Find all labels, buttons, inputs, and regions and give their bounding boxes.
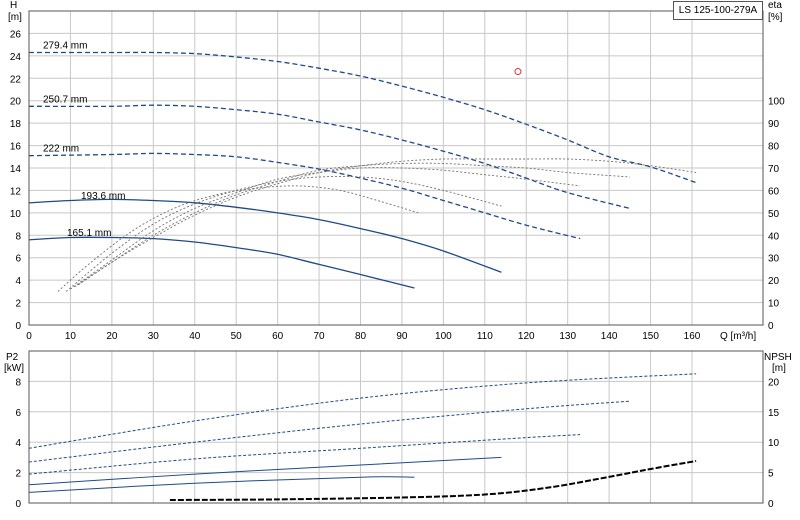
y-tick-label: 24 [10, 52, 22, 63]
bottom-plot-frame [28, 350, 764, 504]
p2-tick-label: 8 [15, 377, 21, 388]
top-y-axis-title: H [10, 0, 17, 11]
y-tick-label: 2 [15, 299, 21, 310]
power-curve [28, 476, 415, 493]
y2-tick-label: 80 [768, 142, 780, 153]
y-tick-label: 12 [10, 186, 22, 197]
y-tick-label: 14 [10, 164, 22, 175]
y-tick-label: 0 [15, 321, 21, 332]
y2-tick-label: 50 [768, 209, 780, 220]
y-tick-label: 6 [15, 254, 21, 265]
bottom-grid [28, 350, 763, 504]
y2-tick-label: 40 [768, 231, 780, 242]
x-tick-label: 50 [231, 331, 243, 342]
y2-tick-label: 30 [768, 254, 780, 265]
head-curve-label: 165.1 mm [67, 228, 111, 239]
y-tick-label: 4 [15, 276, 21, 287]
x-tick-label: 130 [559, 331, 576, 342]
efficiency-curve [74, 162, 630, 288]
y-tick-label: 26 [10, 29, 22, 40]
head-curve-label: 250.7 mm [43, 94, 87, 105]
x-tick-label: 100 [435, 331, 452, 342]
x-tick-label: 140 [601, 331, 618, 342]
y2-tick-label: 70 [768, 164, 780, 175]
x-tick-label: 80 [355, 331, 367, 342]
x-tick-label: 150 [642, 331, 659, 342]
head-curve-label: 222 mm [43, 144, 79, 155]
y2-tick-label: 100 [768, 97, 785, 108]
p2-tick-label: 6 [15, 408, 21, 419]
y2-tick-label: 60 [768, 186, 780, 197]
bottom-y2-axis-title: NPSH [764, 352, 792, 363]
x-tick-label: 40 [189, 331, 201, 342]
chart-title: LS 125-100-279A [673, 1, 763, 20]
x-tick-label: 120 [518, 331, 535, 342]
x-tick-label: 20 [106, 331, 118, 342]
x-tick-label: 30 [148, 331, 160, 342]
head-curve-label: 193.6 mm [81, 191, 125, 202]
npsh-tick-label: 15 [768, 408, 780, 419]
y-tick-label: 8 [15, 231, 21, 242]
x-tick-label: 70 [314, 331, 326, 342]
pump-curve-chart: 279.4 mm 250.7 mm 222 mm 193.6 mm 165.1 mm 0… [4, 0, 792, 510]
x-tick-label: 0 [26, 331, 32, 342]
y-tick-label: 16 [10, 142, 22, 153]
bottom-y-axis-title: P2 [6, 352, 19, 363]
npsh-tick-label: 5 [768, 469, 774, 480]
y-tick-label: 22 [10, 74, 22, 85]
head-curve-label: 279.4 mm [43, 40, 87, 51]
axes: 0246810121416182022242601020304050607080… [10, 10, 785, 510]
y2-tick-label: 90 [768, 119, 780, 130]
bottom-y-axis-unit: [kW] [4, 363, 24, 374]
x-tick-label: 110 [477, 331, 493, 342]
top-y-axis-unit: [m] [8, 12, 22, 23]
p2-tick-label: 2 [15, 469, 21, 480]
y2-tick-label: 20 [768, 276, 780, 287]
top-y2-axis-unit: [%] [768, 12, 783, 23]
head-curve [28, 51, 697, 184]
x-axis-title: Q [m³/h] [720, 331, 756, 342]
y2-tick-label: 10 [768, 299, 780, 310]
efficiency-curve [70, 167, 581, 290]
power-curve [28, 400, 630, 463]
x-tick-label: 90 [396, 331, 408, 342]
npsh-tick-label: 0 [768, 499, 774, 510]
bottom-y2-axis-unit: [m] [772, 363, 786, 374]
p2-tick-label: 0 [15, 499, 21, 510]
y-tick-label: 20 [10, 97, 22, 108]
duty-point-marker [514, 68, 522, 76]
power-curve [28, 373, 697, 449]
power-curves [28, 373, 697, 501]
npsh-tick-label: 20 [768, 377, 780, 388]
npsh-tick-label: 10 [768, 438, 780, 449]
y-tick-label: 18 [10, 119, 22, 130]
x-tick-label: 60 [272, 331, 284, 342]
top-y2-axis-title: eta [768, 0, 782, 11]
x-tick-label: 160 [684, 331, 701, 342]
y-tick-label: 10 [10, 209, 22, 220]
efficiency-curve [66, 175, 502, 292]
efficiency-curve [78, 158, 697, 285]
x-tick-label: 10 [65, 331, 77, 342]
y2-tick-label: 0 [768, 321, 774, 332]
p2-tick-label: 4 [15, 438, 21, 449]
